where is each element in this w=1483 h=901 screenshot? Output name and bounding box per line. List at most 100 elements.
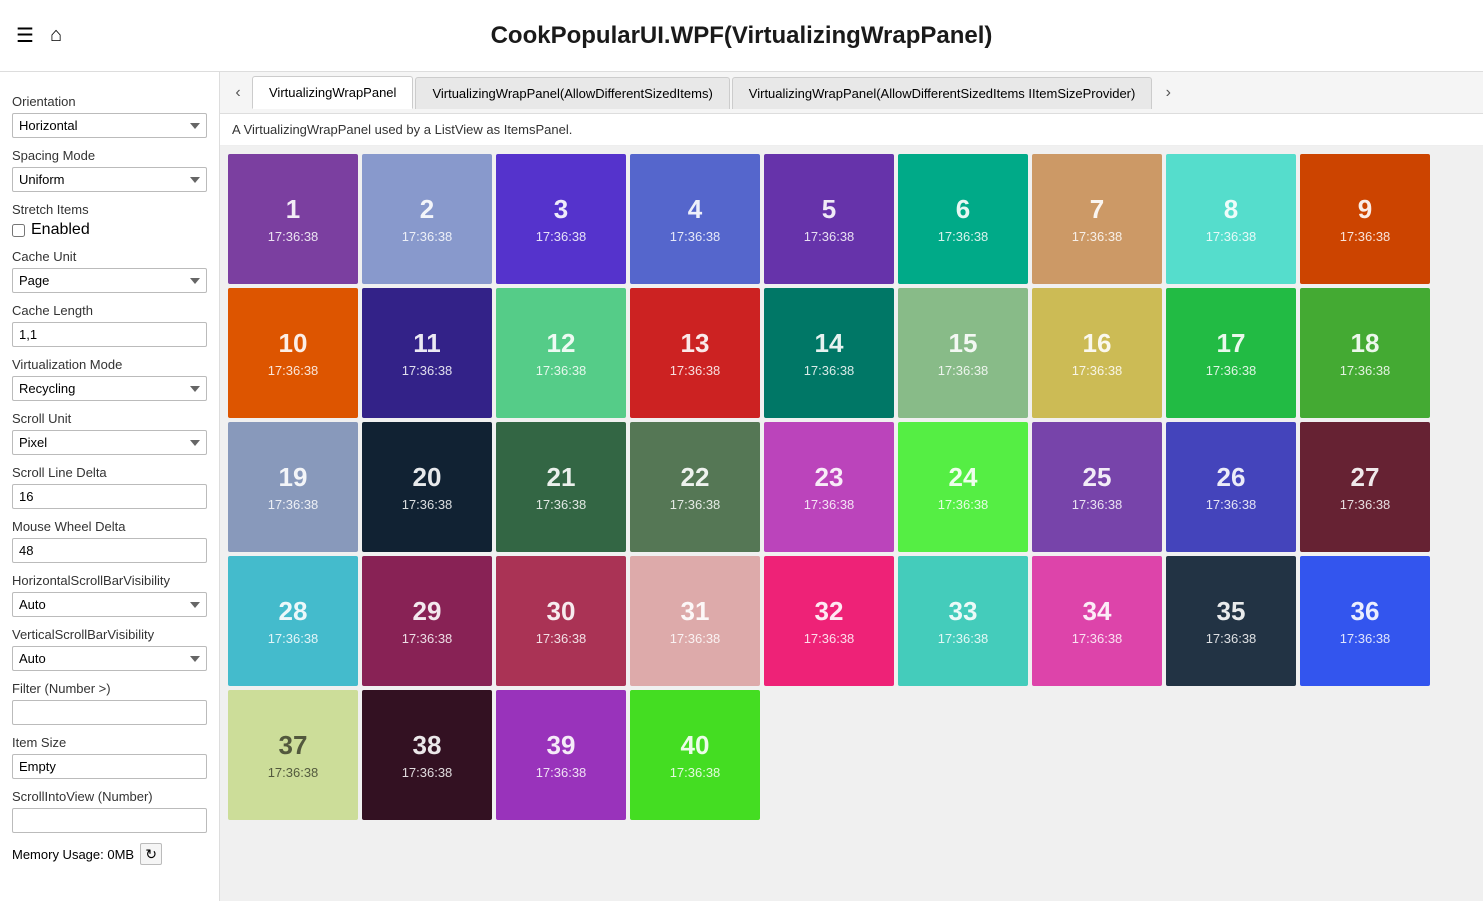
item-number: 31: [681, 596, 710, 627]
list-item[interactable]: 33 17:36:38: [898, 556, 1028, 686]
stretch-checkbox[interactable]: [12, 224, 25, 237]
item-size-input[interactable]: [12, 754, 207, 779]
list-item[interactable]: 23 17:36:38: [764, 422, 894, 552]
item-number: 27: [1351, 462, 1380, 493]
list-item[interactable]: 1617:36:38: [1032, 288, 1162, 418]
item-number: 36: [1351, 596, 1380, 627]
list-item[interactable]: 1117:36:38: [362, 288, 492, 418]
item-number: 33: [949, 596, 978, 627]
list-item[interactable]: 2117:36:38: [496, 422, 626, 552]
list-item[interactable]: 3817:36:38: [362, 690, 492, 820]
item-time: 17:36:38: [402, 631, 453, 646]
item-time: 17:36:38: [1206, 497, 1257, 512]
scroll-line-delta-input[interactable]: [12, 484, 207, 509]
list-item[interactable]: 37 17:36:38: [228, 690, 358, 820]
list-item[interactable]: 1017:36:38: [228, 288, 358, 418]
list-item[interactable]: 1817:36:38: [1300, 288, 1430, 418]
item-number: 22: [681, 462, 710, 493]
list-item[interactable]: 317:36:38: [496, 154, 626, 284]
list-item[interactable]: 3517:36:38: [1166, 556, 1296, 686]
orientation-select[interactable]: Horizontal Vertical: [12, 113, 207, 138]
item-number: 21: [547, 462, 576, 493]
list-item[interactable]: 1517:36:38: [898, 288, 1028, 418]
list-item[interactable]: 2517:36:38: [1032, 422, 1162, 552]
list-item[interactable]: 817:36:38: [1166, 154, 1296, 284]
list-item[interactable]: 2017:36:38: [362, 422, 492, 552]
scroll-unit-select[interactable]: Pixel Item: [12, 430, 207, 455]
item-number: 15: [949, 328, 978, 359]
list-item[interactable]: 26 17:36:38: [1166, 422, 1296, 552]
item-number: 1: [286, 194, 300, 225]
list-item[interactable]: 2817:36:38: [228, 556, 358, 686]
v-scroll-label: VerticalScrollBarVisibility: [12, 627, 207, 642]
item-number: 12: [547, 328, 576, 359]
spacing-mode-label: Spacing Mode: [12, 148, 207, 163]
cache-unit-select[interactable]: Page Item: [12, 268, 207, 293]
item-number: 35: [1217, 596, 1246, 627]
list-item[interactable]: 617:36:38: [898, 154, 1028, 284]
list-item[interactable]: 1317:36:38: [630, 288, 760, 418]
list-item[interactable]: 4017:36:38: [630, 690, 760, 820]
list-item[interactable]: 3417:36:38: [1032, 556, 1162, 686]
list-item[interactable]: 3217:36:38: [764, 556, 894, 686]
v-scroll-select[interactable]: Auto Visible Hidden Disabled: [12, 646, 207, 671]
item-time: 17:36:38: [804, 497, 855, 512]
list-item[interactable]: 917:36:38: [1300, 154, 1430, 284]
item-number: 37: [279, 730, 308, 761]
content-area: ‹ VirtualizingWrapPanel VirtualizingWrap…: [220, 72, 1483, 901]
item-number: 6: [956, 194, 970, 225]
cache-length-input[interactable]: [12, 322, 207, 347]
list-item[interactable]: 217:36:38: [362, 154, 492, 284]
memory-label: Memory Usage: 0MB: [12, 847, 134, 862]
item-time: 17:36:38: [402, 229, 453, 244]
list-item[interactable]: 1917:36:38: [228, 422, 358, 552]
list-item[interactable]: 27 17:36:38: [1300, 422, 1430, 552]
item-time: 17:36:38: [268, 765, 319, 780]
list-item[interactable]: 1717:36:38: [1166, 288, 1296, 418]
list-item[interactable]: 3117:36:38: [630, 556, 760, 686]
grid-area[interactable]: 117:36:38217:36:38317:36:38417:36:38517:…: [220, 146, 1483, 901]
list-item[interactable]: 1417:36:38: [764, 288, 894, 418]
tab-allow-different-sized-provider[interactable]: VirtualizingWrapPanel(AllowDifferentSize…: [732, 77, 1153, 109]
item-time: 17:36:38: [804, 363, 855, 378]
tab-virtualizing-wrap-panel[interactable]: VirtualizingWrapPanel: [252, 76, 413, 109]
item-time: 17:36:38: [402, 363, 453, 378]
list-item[interactable]: 517:36:38: [764, 154, 894, 284]
item-number: 26: [1217, 462, 1246, 493]
app-header: ☰ ⌂ CookPopularUI.WPF(VirtualizingWrapPa…: [0, 0, 1483, 72]
item-time: 17:36:38: [536, 363, 587, 378]
list-item[interactable]: 2217:36:38: [630, 422, 760, 552]
tab-allow-different-sized[interactable]: VirtualizingWrapPanel(AllowDifferentSize…: [415, 77, 729, 109]
home-icon[interactable]: ⌂: [50, 24, 62, 47]
list-item[interactable]: 417:36:38: [630, 154, 760, 284]
item-time: 17:36:38: [536, 631, 587, 646]
list-item[interactable]: 2417:36:38: [898, 422, 1028, 552]
mouse-wheel-delta-input[interactable]: [12, 538, 207, 563]
refresh-button[interactable]: ↻: [140, 843, 162, 865]
list-item[interactable]: 3617:36:38: [1300, 556, 1430, 686]
scroll-into-view-input[interactable]: [12, 808, 207, 833]
item-number: 25: [1083, 462, 1112, 493]
item-time: 17:36:38: [1340, 497, 1391, 512]
list-item[interactable]: 717:36:38: [1032, 154, 1162, 284]
item-time: 17:36:38: [804, 229, 855, 244]
virtualization-mode-select[interactable]: Recycling Standard: [12, 376, 207, 401]
spacing-mode-select[interactable]: Uniform BetweenItemsOnly StartAndEndOnly…: [12, 167, 207, 192]
item-time: 17:36:38: [938, 631, 989, 646]
item-time: 17:36:38: [536, 229, 587, 244]
item-size-label: Item Size: [12, 735, 207, 750]
item-time: 17:36:38: [938, 497, 989, 512]
tab-next-arrow[interactable]: ›: [1154, 79, 1182, 107]
h-scroll-select[interactable]: Auto Visible Hidden Disabled: [12, 592, 207, 617]
hamburger-icon[interactable]: ☰: [16, 23, 34, 48]
tab-prev-arrow[interactable]: ‹: [224, 79, 252, 107]
list-item[interactable]: 3017:36:38: [496, 556, 626, 686]
list-item[interactable]: 2917:36:38: [362, 556, 492, 686]
item-number: 13: [681, 328, 710, 359]
filter-input[interactable]: [12, 700, 207, 725]
item-number: 23: [815, 462, 844, 493]
list-item[interactable]: 12 17:36:38: [496, 288, 626, 418]
list-item[interactable]: 3917:36:38: [496, 690, 626, 820]
list-item[interactable]: 117:36:38: [228, 154, 358, 284]
cache-unit-label: Cache Unit: [12, 249, 207, 264]
